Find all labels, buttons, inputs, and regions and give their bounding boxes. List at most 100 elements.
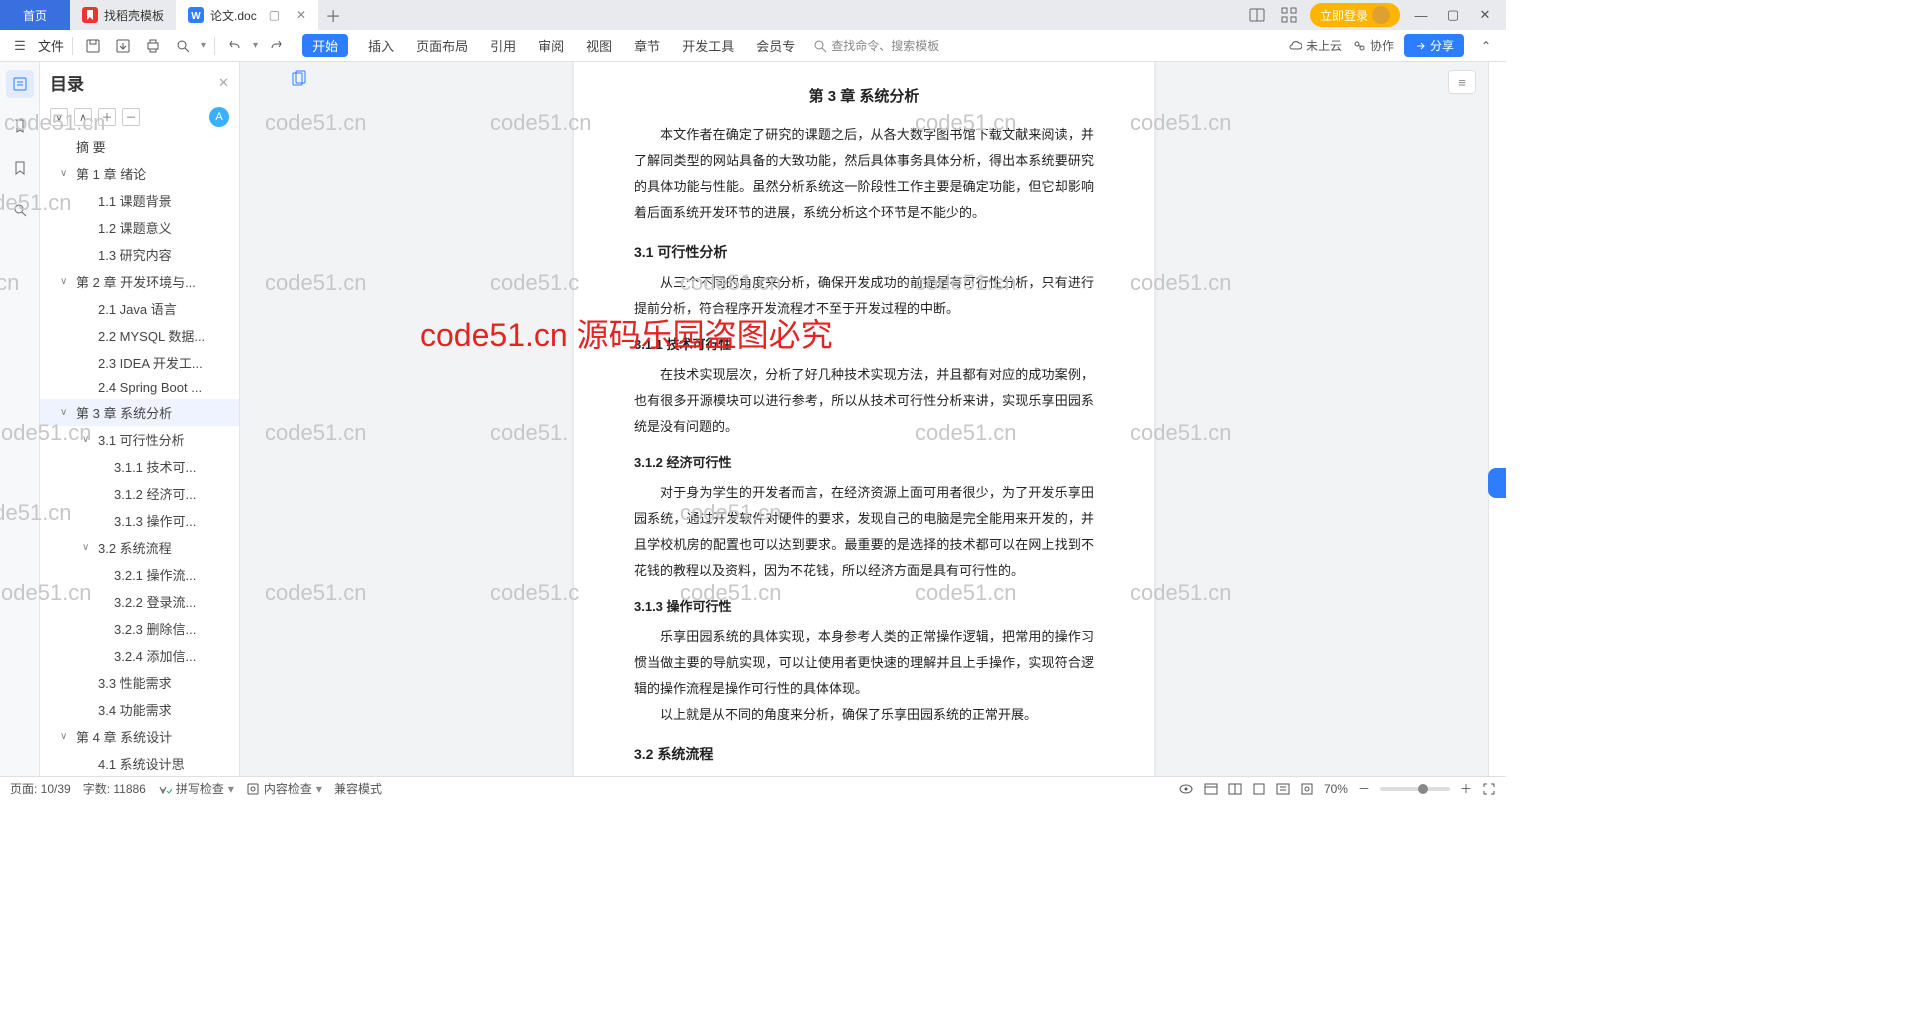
status-spellcheck[interactable]: 拼写检查▾ bbox=[158, 780, 234, 797]
window-minimize-icon[interactable]: — bbox=[1410, 4, 1432, 26]
view-eye-icon[interactable] bbox=[1178, 782, 1194, 796]
outline-item[interactable]: ∨3.2.1 操作流... bbox=[40, 561, 239, 588]
outline-remove-icon[interactable]: － bbox=[122, 108, 140, 126]
outline-item[interactable]: ∨1.3 研究内容 bbox=[40, 241, 239, 268]
outline-item[interactable]: ∨摘 要 bbox=[40, 133, 239, 160]
saveas-icon[interactable] bbox=[111, 34, 135, 58]
hamburger-icon[interactable]: ☰ bbox=[8, 34, 32, 58]
menu-references[interactable]: 引用 bbox=[488, 34, 518, 57]
status-wordcount[interactable]: 字数: 11886 bbox=[83, 780, 146, 797]
command-search[interactable]: 查找命令、搜索模板 bbox=[813, 37, 939, 54]
zoom-in-icon[interactable]: ＋ bbox=[1460, 780, 1472, 797]
outline-item[interactable]: ∨3.2.4 添加信... bbox=[40, 642, 239, 669]
outline-item-label: 3.2.2 登录流... bbox=[114, 592, 196, 611]
view-read-icon[interactable] bbox=[1276, 782, 1290, 796]
outline-item[interactable]: ∨第 3 章 系统分析 bbox=[40, 399, 239, 426]
outline-item[interactable]: ∨第 4 章 系统设计 bbox=[40, 723, 239, 750]
preview-icon[interactable] bbox=[171, 34, 195, 58]
outline-item[interactable]: ∨1.1 课题背景 bbox=[40, 187, 239, 214]
status-contentcheck[interactable]: 内容检查▾ bbox=[246, 780, 322, 797]
cloud-status[interactable]: 未上云 bbox=[1288, 37, 1342, 54]
bookmark-rail-icon[interactable] bbox=[6, 112, 34, 140]
outline-item-label: 2.1 Java 语言 bbox=[98, 299, 177, 318]
outline-item[interactable]: ∨3.4 功能需求 bbox=[40, 696, 239, 723]
outline-panel-icon[interactable] bbox=[6, 70, 34, 98]
outline-item-label: 第 1 章 绪论 bbox=[76, 164, 146, 183]
tab-home[interactable]: 首页 bbox=[0, 0, 70, 30]
zoom-value[interactable]: 70% bbox=[1324, 782, 1348, 796]
menu-chapter[interactable]: 章节 bbox=[632, 34, 662, 57]
menu-insert[interactable]: 插入 bbox=[366, 34, 396, 57]
outline-item[interactable]: ∨3.1.3 操作可... bbox=[40, 507, 239, 534]
menu-vip[interactable]: 会员专 bbox=[754, 34, 797, 57]
outline-item[interactable]: ∨4.1 系统设计思 bbox=[40, 750, 239, 776]
add-tab-button[interactable]: ＋ bbox=[318, 3, 348, 27]
outline-item[interactable]: ∨3.1.2 经济可... bbox=[40, 480, 239, 507]
window-maximize-icon[interactable]: ▢ bbox=[1442, 4, 1464, 26]
outline-item-label: 3.1.3 操作可... bbox=[114, 511, 196, 530]
fullscreen-icon[interactable] bbox=[1482, 782, 1496, 796]
view-layout2-icon[interactable] bbox=[1228, 782, 1242, 796]
layout-icon[interactable] bbox=[1246, 4, 1268, 26]
outline-item[interactable]: ∨3.2 系统流程 bbox=[40, 534, 239, 561]
tab-close-icon[interactable]: ✕ bbox=[296, 8, 306, 22]
doc-h2: 第 3 章 系统分析 bbox=[634, 82, 1094, 112]
doc-h3: 3.1 可行性分析 bbox=[634, 238, 1094, 266]
login-button[interactable]: 立即登录 bbox=[1310, 3, 1400, 27]
outline-collapse-icon[interactable]: ∨ bbox=[50, 108, 68, 126]
tab-document[interactable]: W 论文.doc ▢ ✕ bbox=[176, 0, 318, 30]
left-rail bbox=[0, 62, 40, 776]
outline-item[interactable]: ∨第 1 章 绪论 bbox=[40, 160, 239, 187]
zoom-slider[interactable] bbox=[1380, 787, 1450, 791]
share-button[interactable]: 分享 bbox=[1404, 34, 1464, 57]
page-copy-icon[interactable] bbox=[290, 70, 308, 88]
outline-item-label: 3.4 功能需求 bbox=[98, 700, 172, 719]
outline-add-icon[interactable]: ＋ bbox=[98, 108, 116, 126]
outline-item[interactable]: ∨2.4 Spring Boot ... bbox=[40, 376, 239, 399]
save-icon[interactable] bbox=[81, 34, 105, 58]
apps-icon[interactable] bbox=[1278, 4, 1300, 26]
right-panel-toggle-icon[interactable]: ≡ bbox=[1448, 70, 1476, 94]
outline-expand-icon[interactable]: ∧ bbox=[74, 108, 92, 126]
chevron-down-icon: ∨ bbox=[82, 434, 94, 445]
view-layout1-icon[interactable] bbox=[1204, 782, 1218, 796]
tab-popout-icon[interactable]: ▢ bbox=[269, 8, 280, 22]
window-close-icon[interactable]: ✕ bbox=[1474, 4, 1496, 26]
zoom-fit-icon[interactable] bbox=[1300, 782, 1314, 796]
feedback-tab[interactable] bbox=[1488, 468, 1506, 498]
outline-item-label: 第 4 章 系统设计 bbox=[76, 727, 172, 746]
outline-item[interactable]: ∨第 2 章 开发环境与... bbox=[40, 268, 239, 295]
outline-item[interactable]: ∨3.1.1 技术可... bbox=[40, 453, 239, 480]
outline-item[interactable]: ∨1.2 课题意义 bbox=[40, 214, 239, 241]
collapse-ribbon-icon[interactable]: ⌃ bbox=[1474, 34, 1498, 58]
tab-template[interactable]: 找稻壳模板 bbox=[70, 0, 176, 30]
outline-item[interactable]: ∨3.2.3 删除信... bbox=[40, 615, 239, 642]
sidebar-close-icon[interactable]: ✕ bbox=[218, 75, 229, 91]
menu-devtools[interactable]: 开发工具 bbox=[680, 34, 736, 57]
document-area[interactable]: ≡ 第 3 章 系统分析 本文作者在确定了研究的课题之后，从各大数字图书馆下载文… bbox=[240, 62, 1488, 776]
ribbon-rail-icon[interactable] bbox=[6, 154, 34, 182]
zoom-out-icon[interactable]: － bbox=[1358, 780, 1370, 797]
menu-start[interactable]: 开始 bbox=[302, 34, 348, 57]
outline-item[interactable]: ∨2.1 Java 语言 bbox=[40, 295, 239, 322]
file-menu[interactable]: 文件 bbox=[38, 36, 64, 55]
outline-item[interactable]: ∨3.1 可行性分析 bbox=[40, 426, 239, 453]
search-rail-icon[interactable] bbox=[6, 196, 34, 224]
status-compat[interactable]: 兼容模式 bbox=[334, 780, 382, 797]
doc-para: 乐享田园系统投入使用后，使用者如果能看到相应的流程操作图会提高程序 bbox=[634, 772, 1094, 776]
menu-layout[interactable]: 页面布局 bbox=[414, 34, 470, 57]
redo-icon[interactable] bbox=[264, 34, 288, 58]
outline-item[interactable]: ∨3.3 性能需求 bbox=[40, 669, 239, 696]
collab-button[interactable]: 协作 bbox=[1352, 37, 1394, 54]
outline-item[interactable]: ∨2.2 MYSQL 数据... bbox=[40, 322, 239, 349]
status-page[interactable]: 页面: 10/39 bbox=[10, 780, 71, 797]
view-layout3-icon[interactable] bbox=[1252, 782, 1266, 796]
outline-list: ∨摘 要∨第 1 章 绪论∨1.1 课题背景∨1.2 课题意义∨1.3 研究内容… bbox=[40, 133, 239, 776]
ai-assistant-icon[interactable]: A bbox=[209, 107, 229, 127]
menu-review[interactable]: 审阅 bbox=[536, 34, 566, 57]
menu-view[interactable]: 视图 bbox=[584, 34, 614, 57]
outline-item[interactable]: ∨3.2.2 登录流... bbox=[40, 588, 239, 615]
outline-item[interactable]: ∨2.3 IDEA 开发工... bbox=[40, 349, 239, 376]
print-icon[interactable] bbox=[141, 34, 165, 58]
undo-icon[interactable] bbox=[223, 34, 247, 58]
